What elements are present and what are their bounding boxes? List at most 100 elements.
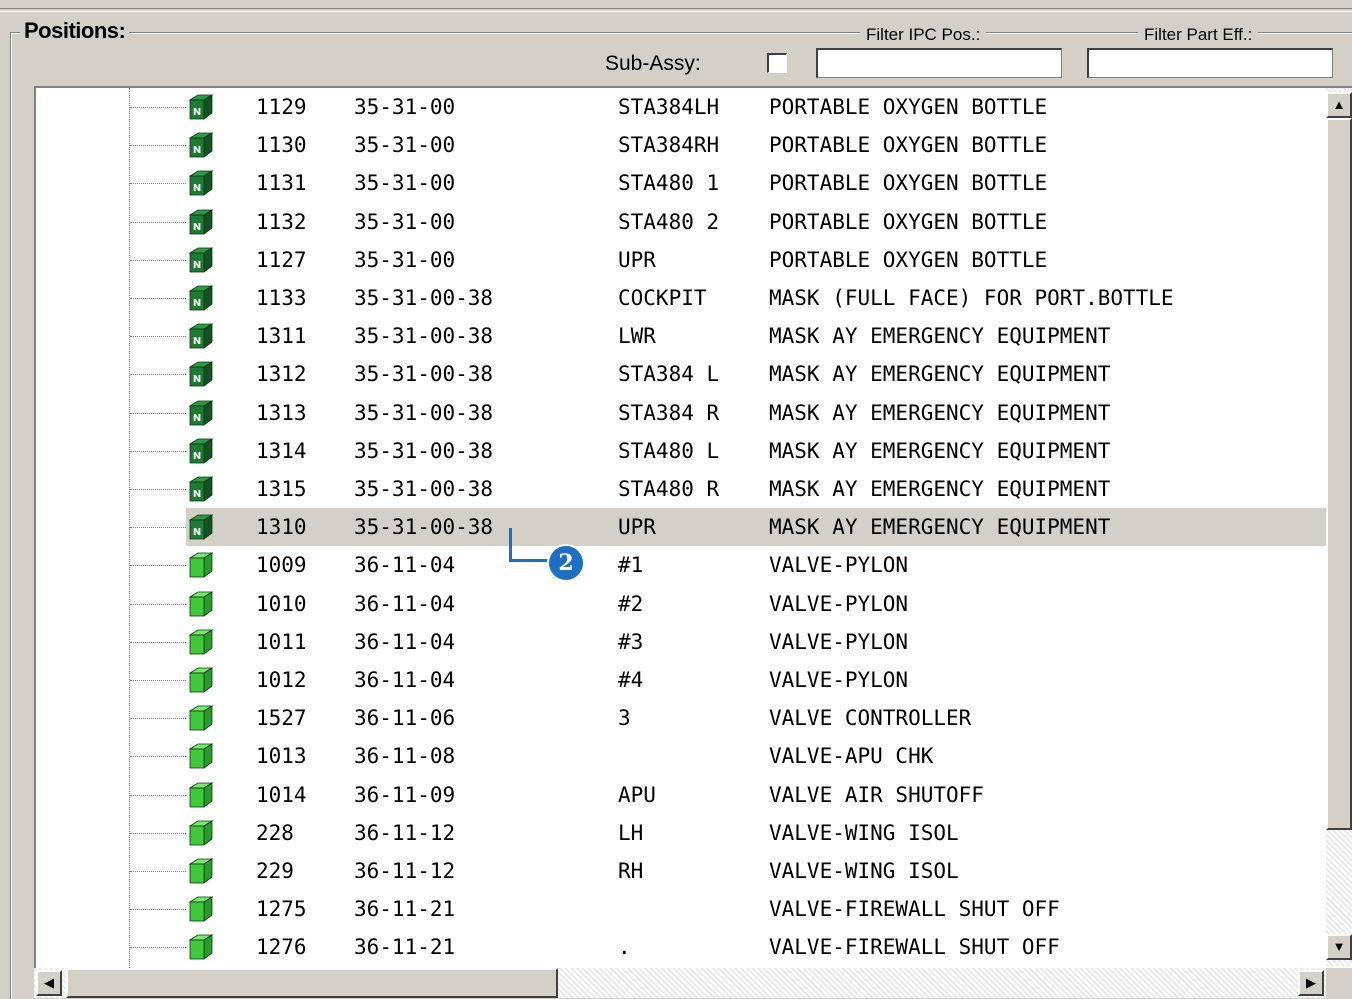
tree-row[interactable]: N 1130 35-31-00 STA384RH PORTABLE OXYGEN BOT… (36, 126, 1328, 164)
parteff-filter-input[interactable] (1087, 48, 1333, 78)
description-cell: VALVE-PYLON (769, 553, 909, 577)
tree-row[interactable]: 1010 36-11-04 #2 VALVE-PYLON (36, 585, 1328, 623)
dark-green-cube-icon: N (186, 247, 214, 273)
effectivity-cell: APU (618, 783, 656, 807)
effectivity-cell: UPR (618, 515, 656, 539)
effectivity-cell: #3 (618, 630, 644, 654)
tree-row[interactable]: N 1132 35-31-00 STA480 2 PORTABLE OXYGEN BOT… (36, 203, 1328, 241)
description-cell: VALVE-APU CHK (769, 744, 934, 768)
tree-row[interactable]: N 1129 35-31-00 STA384LH PORTABLE OXYGEN BOT… (36, 88, 1328, 126)
effectivity-cell: LWR (618, 324, 656, 348)
position-cell: 1010 (256, 592, 307, 616)
position-cell: 1313 (256, 401, 307, 425)
tree-branch-line (130, 413, 186, 414)
light-green-cube-icon (186, 858, 214, 884)
tree-row[interactable]: N 1310 35-31-00-38 UPR MASK AY EMERGENCY EQU… (36, 508, 1328, 546)
dark-green-cube-icon: N (186, 400, 214, 426)
tree-row[interactable]: N 1133 35-31-00-38 COCKPIT MASK (FULL FACE) … (36, 279, 1328, 317)
tree-branch-line (130, 947, 186, 948)
positions-title: Positions: (20, 18, 130, 44)
ata-chapter-cell: 35-31-00-38 (354, 515, 494, 539)
scroll-right-button[interactable]: ▶ (1298, 970, 1324, 996)
scroll-down-button[interactable]: ▼ (1326, 934, 1352, 960)
ata-chapter-cell: 35-31-00 (354, 171, 456, 195)
description-cell: VALVE-PYLON (769, 592, 909, 616)
description-cell: VALVE-FIREWALL SHUT OFF (769, 935, 1060, 959)
tree-row[interactable]: 1013 36-11-08 VALVE-APU CHK (36, 737, 1328, 775)
description-cell: PORTABLE OXYGEN BOTTLE (769, 133, 1048, 157)
tree-row[interactable]: 1275 36-11-21 VALVE-FIREWALL SHUT OFF (36, 890, 1328, 928)
tree-branch-line (130, 909, 186, 910)
svg-text:N: N (193, 451, 201, 462)
tree-row[interactable]: 1527 36-11-06 3 VALVE CONTROLLER (36, 699, 1328, 737)
tree-row[interactable]: N 1311 35-31-00-38 LWR MASK AY EMERGENCY EQU… (36, 317, 1328, 355)
position-cell: 1011 (256, 630, 307, 654)
tree-branch-line (130, 756, 186, 757)
dark-green-cube-icon: N (186, 209, 214, 235)
position-cell: 1130 (256, 133, 307, 157)
description-cell: PORTABLE OXYGEN BOTTLE (769, 248, 1048, 272)
effectivity-cell: UPR (618, 248, 656, 272)
tree-branch-line (130, 604, 186, 605)
position-cell: 1014 (256, 783, 307, 807)
description-cell: MASK (FULL FACE) FOR PORT.BOTTLE (769, 286, 1174, 310)
position-cell: 1131 (256, 171, 307, 195)
effectivity-cell: STA480 2 (618, 210, 720, 234)
tree-row[interactable]: N 1313 35-31-00-38 STA384 R MASK AY EMERGENC… (36, 394, 1328, 432)
tree-branch-line (130, 336, 186, 337)
ata-chapter-cell: 35-31-00-38 (354, 286, 494, 310)
description-cell: MASK AY EMERGENCY EQUIPMENT (769, 477, 1111, 501)
ata-chapter-cell: 35-31-00 (354, 95, 456, 119)
tree-row[interactable]: 1011 36-11-04 #3 VALVE-PYLON (36, 623, 1328, 661)
ata-chapter-cell: 36-11-09 (354, 783, 456, 807)
tree-row[interactable]: N 1131 35-31-00 STA480 1 PORTABLE OXYGEN BOT… (36, 164, 1328, 202)
position-cell: 1132 (256, 210, 307, 234)
ata-chapter-cell: 36-11-12 (354, 821, 456, 845)
dark-green-cube-icon: N (186, 170, 214, 196)
tree-row[interactable]: N 1315 35-31-00-38 STA480 R MASK AY EMERGENC… (36, 470, 1328, 508)
position-cell: 228 (256, 821, 294, 845)
position-cell: 1013 (256, 744, 307, 768)
effectivity-cell: STA480 L (618, 439, 720, 463)
tree-row[interactable]: N 1314 35-31-00-38 STA480 L MASK AY EMERGENC… (36, 432, 1328, 470)
ata-chapter-cell: 35-31-00 (354, 210, 456, 234)
tree-row[interactable]: 228 36-11-12 LH VALVE-WING ISOL (36, 814, 1328, 852)
description-cell: VALVE-PYLON (769, 630, 909, 654)
tree-row[interactable]: 229 36-11-12 RH VALVE-WING ISOL (36, 852, 1328, 890)
effectivity-cell: STA384RH (618, 133, 720, 157)
position-cell: 1527 (256, 706, 307, 730)
position-cell: 1129 (256, 95, 307, 119)
ata-chapter-cell: 36-11-08 (354, 744, 456, 768)
description-cell: VALVE-FIREWALL SHUT OFF (769, 897, 1060, 921)
subassy-checkbox[interactable] (767, 53, 787, 73)
description-cell: MASK AY EMERGENCY EQUIPMENT (769, 439, 1111, 463)
ata-chapter-cell: 35-31-00 (354, 133, 456, 157)
light-green-cube-icon (186, 705, 214, 731)
parteff-filter-label: Filter Part Eff.: (1138, 25, 1259, 45)
tree-branch-line (130, 183, 186, 184)
dark-green-cube-icon: N (186, 438, 214, 464)
light-green-cube-icon (186, 667, 214, 693)
positions-tree-list[interactable]: N 1129 35-31-00 STA384LH PORTABLE OXYGEN BOT… (34, 86, 1352, 968)
ipc-filter-input[interactable] (816, 48, 1062, 78)
svg-text:N: N (193, 222, 201, 233)
svg-text:N: N (193, 413, 201, 424)
svg-text:N: N (193, 183, 201, 194)
position-cell: 1012 (256, 668, 307, 692)
tree-row[interactable]: 1014 36-11-09 APU VALVE AIR SHUTOFF (36, 776, 1328, 814)
position-cell: 1315 (256, 477, 307, 501)
tree-row[interactable]: N 1312 35-31-00-38 STA384 L MASK AY EMERGENC… (36, 355, 1328, 393)
vertical-scrollbar-thumb[interactable] (1326, 118, 1352, 830)
callout-number-badge: 2 (547, 544, 585, 582)
tree-row[interactable]: N 1127 35-31-00 UPR PORTABLE OXYGEN BOTTLE (36, 241, 1328, 279)
tree-row[interactable]: 1276 36-11-21. VALVE-FIREWALL SHUT OFF (36, 928, 1328, 966)
scroll-up-button[interactable]: ▲ (1326, 92, 1352, 118)
horizontal-scrollbar-thumb[interactable] (66, 968, 558, 998)
ata-chapter-cell: 36-11-04 (354, 630, 456, 654)
ata-chapter-cell: 36-11-21 (354, 935, 456, 959)
tree-row[interactable]: 1012 36-11-04 #4 VALVE-PYLON (36, 661, 1328, 699)
tree-branch-line (130, 680, 186, 681)
tree-branch-line (130, 222, 186, 223)
tree-row[interactable]: 1009 36-11-04 #1 VALVE-PYLON (36, 546, 1328, 584)
scroll-left-button[interactable]: ◀ (36, 970, 62, 996)
